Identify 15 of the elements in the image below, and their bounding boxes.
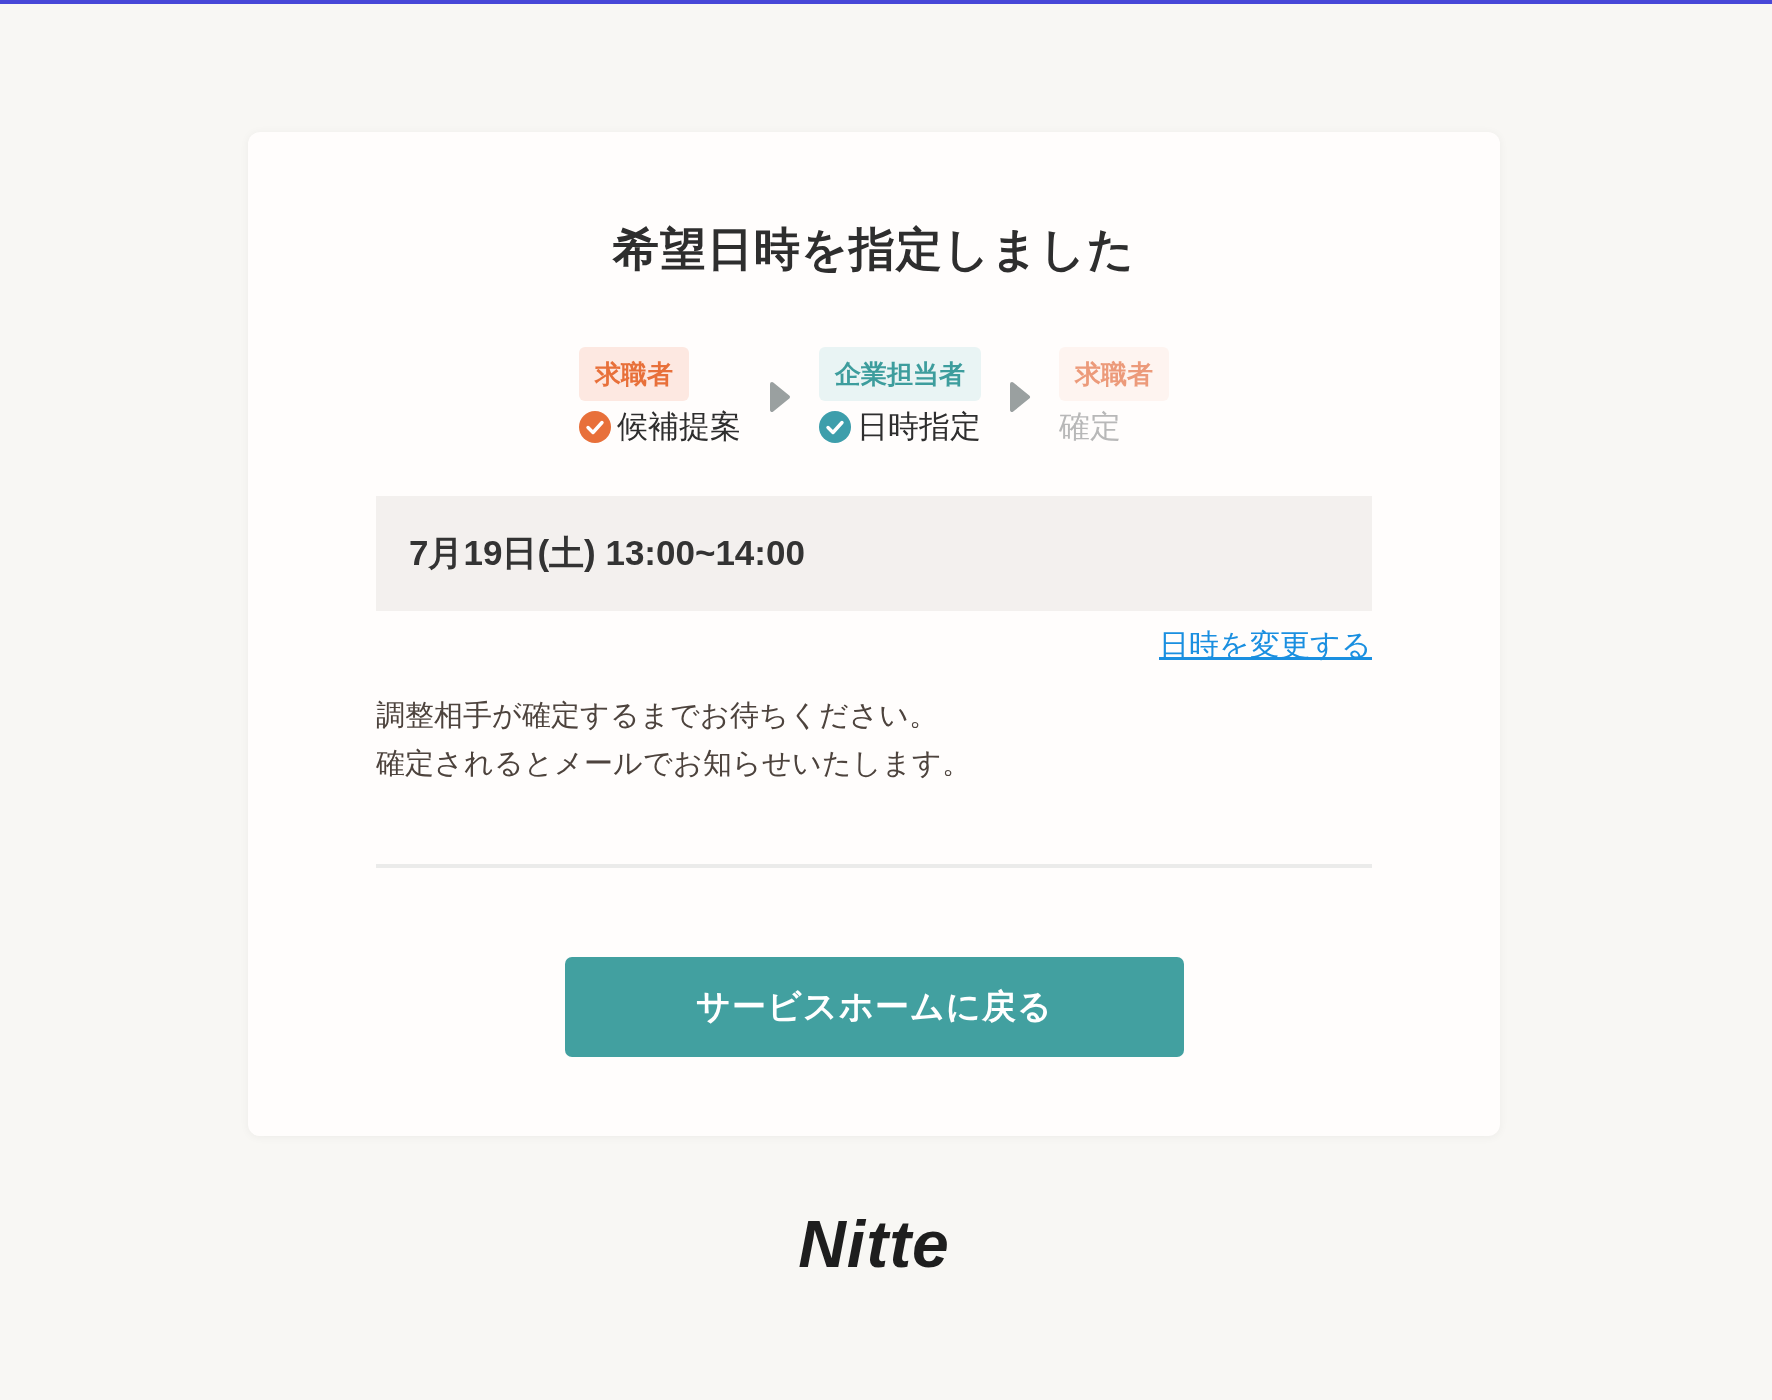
triangle-arrow-icon: [1009, 381, 1031, 413]
home-button[interactable]: サービスホームに戻る: [564, 957, 1184, 1057]
logo: Nitte: [798, 1206, 950, 1283]
info-message: 調整相手が確定するまでお待ちください。: [376, 698, 938, 733]
role-tag: 企業担当者: [819, 347, 981, 401]
triangle-arrow-icon: [769, 381, 791, 413]
step-label: 候補提案: [617, 408, 741, 446]
role-tag: 求職者: [579, 347, 689, 401]
page-title: 希望日時を指定しました: [613, 222, 1135, 277]
role-tag: 求職者: [1059, 347, 1169, 401]
step-label: 確定: [1059, 408, 1121, 446]
info-message: 確定されるとメールでお知らせいたします。: [376, 746, 971, 781]
step-label: 日時指定: [857, 408, 981, 446]
datetime-display: 7月19日(土) 13:00~14:00: [376, 496, 1372, 611]
change-datetime-link[interactable]: 日時を変更する: [1159, 625, 1372, 665]
